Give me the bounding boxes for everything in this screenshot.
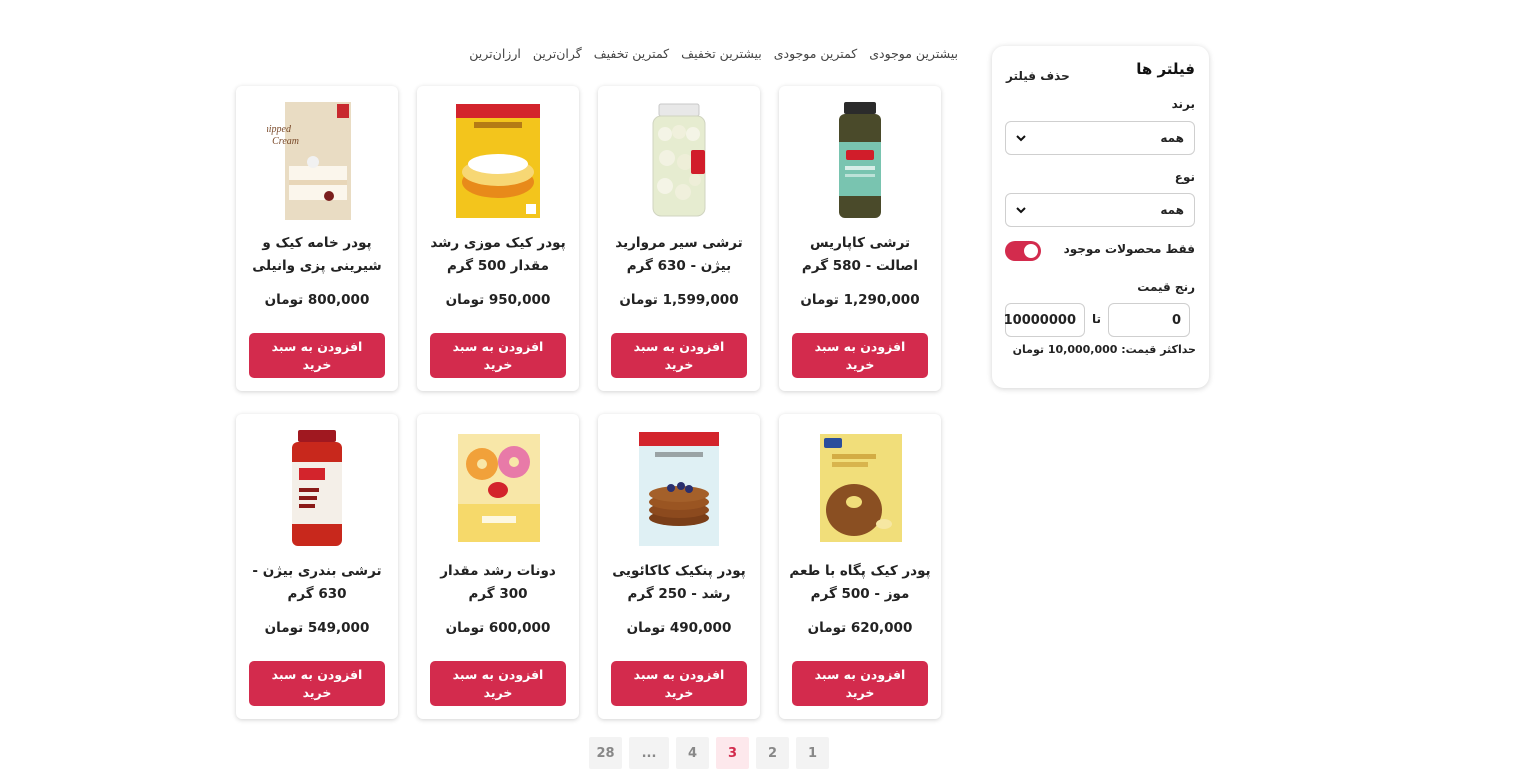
page-button-28[interactable]: 28 [589, 737, 622, 769]
product-image-pickle-jar[interactable] [267, 428, 367, 550]
sort-most-discount[interactable]: بیشترین تخفیف [681, 46, 762, 66]
filter-title: فیلتر ها [1136, 60, 1195, 78]
sort-least-stock[interactable]: کمترین موجودی [774, 46, 858, 66]
sort-cheapest[interactable]: ارزان‌ترین [469, 46, 521, 66]
brand-label: برند [1171, 97, 1195, 111]
in-stock-label: فقط محصولات موجود [1063, 242, 1195, 256]
svg-text:Cream: Cream [272, 136, 299, 147]
product-image-whipped-cream-box[interactable]: Whipped Cream [267, 100, 367, 222]
product-name[interactable]: پودر کیک موزی رشد مقدار 500 گرم [425, 232, 571, 278]
add-to-cart-button[interactable]: افزودن به سبد خرید [249, 333, 385, 378]
product-price: 490,000 تومان [626, 620, 732, 636]
product-image-capers-jar[interactable] [810, 100, 910, 222]
clear-filters-link[interactable]: حذف فیلتر [1006, 69, 1070, 83]
product-card[interactable]: دونات رشد مقدار 300 گرم 600,000 تومان اف… [417, 414, 579, 719]
chevron-down-icon [1016, 204, 1026, 217]
product-price: 620,000 تومان [807, 620, 913, 636]
sort-most-stock[interactable]: بیشترین موجودی [869, 46, 958, 66]
sort-bar: بیشترین موجودی کمترین موجودی بیشترین تخف… [458, 46, 958, 66]
type-select-value: همه [1160, 203, 1184, 217]
product-price: 1,290,000 تومان [800, 292, 920, 308]
product-card[interactable]: ترشی بندری بیژن - 630 گرم 549,000 تومان … [236, 414, 398, 719]
product-name[interactable]: دونات رشد مقدار 300 گرم [425, 560, 571, 606]
sort-most-expensive[interactable]: گران‌ترین [533, 46, 582, 66]
add-to-cart-button[interactable]: افزودن به سبد خرید [611, 661, 747, 706]
type-select[interactable]: همه [1005, 193, 1195, 227]
product-image-garlic-jar[interactable] [629, 100, 729, 222]
to-label: تا [1092, 312, 1102, 326]
product-name[interactable]: ترشی کاپاریس اصالت - 580 گرم [787, 232, 933, 278]
product-card[interactable]: پودر پنکیک کاکائویی رشد - 250 گرم 490,00… [598, 414, 760, 719]
page-button-1[interactable]: 1 [796, 737, 829, 769]
product-name[interactable]: ترشی بندری بیژن - 630 گرم [244, 560, 390, 606]
brand-select-value: همه [1160, 131, 1184, 145]
toggle-knob [1024, 244, 1038, 258]
page-button-3-current[interactable]: 3 [716, 737, 749, 769]
add-to-cart-button[interactable]: افزودن به سبد خرید [611, 333, 747, 378]
max-price-input[interactable]: 10000000 [1004, 303, 1085, 337]
filter-panel: فیلتر ها حذف فیلتر برند همه نوع همه فقط … [992, 46, 1209, 388]
price-range-label: رنج قیمت [1137, 280, 1195, 294]
brand-select[interactable]: همه [1005, 121, 1195, 155]
product-price: 950,000 تومان [445, 292, 551, 308]
min-price-input[interactable]: 0 [1108, 303, 1190, 337]
svg-text:Whipped: Whipped [267, 124, 292, 135]
product-name[interactable]: پودر خامه کیک و شیرینی پزی وانیلی ر... [244, 232, 390, 278]
in-stock-toggle[interactable] [1005, 241, 1041, 261]
pagination: 28 ... 4 3 2 1 [589, 737, 829, 769]
product-price: 1,599,000 تومان [619, 292, 739, 308]
add-to-cart-button[interactable]: افزودن به سبد خرید [792, 333, 928, 378]
product-name[interactable]: ترشی سیر مروارید بیژن - 630 گرم [606, 232, 752, 278]
product-card[interactable]: ترشی کاپاریس اصالت - 580 گرم 1,290,000 ت… [779, 86, 941, 391]
product-image-donut-box[interactable] [448, 428, 548, 550]
product-price: 600,000 تومان [445, 620, 551, 636]
product-card[interactable]: ترشی سیر مروارید بیژن - 630 گرم 1,599,00… [598, 86, 760, 391]
product-image-banana-cake-box[interactable] [448, 100, 548, 222]
add-to-cart-button[interactable]: افزودن به سبد خرید [792, 661, 928, 706]
product-card[interactable]: Whipped Cream پودر خامه کیک و شیرینی پزی… [236, 86, 398, 391]
page-button-4[interactable]: 4 [676, 737, 709, 769]
type-label: نوع [1174, 170, 1195, 184]
chevron-down-icon [1016, 132, 1026, 145]
page-ellipsis: ... [629, 737, 669, 769]
product-image-banana-cake-powder-box[interactable] [810, 428, 910, 550]
add-to-cart-button[interactable]: افزودن به سبد خرید [430, 333, 566, 378]
product-name[interactable]: پودر پنکیک کاکائویی رشد - 250 گرم [606, 560, 752, 606]
page-button-2[interactable]: 2 [756, 737, 789, 769]
max-price-note: حداکثر قیمت: 10,000,000 تومان [1012, 343, 1196, 356]
product-card[interactable]: پودر کیک موزی رشد مقدار 500 گرم 950,000 … [417, 86, 579, 391]
product-price: 800,000 تومان [264, 292, 370, 308]
sort-least-discount[interactable]: کمترین تخفیف [594, 46, 669, 66]
add-to-cart-button[interactable]: افزودن به سبد خرید [249, 661, 385, 706]
product-name[interactable]: پودر کیک پگاه با طعم موز - 500 گرم [787, 560, 933, 606]
add-to-cart-button[interactable]: افزودن به سبد خرید [430, 661, 566, 706]
product-image-pancake-box[interactable] [629, 428, 729, 550]
product-price: 549,000 تومان [264, 620, 370, 636]
product-card[interactable]: پودر کیک پگاه با طعم موز - 500 گرم 620,0… [779, 414, 941, 719]
